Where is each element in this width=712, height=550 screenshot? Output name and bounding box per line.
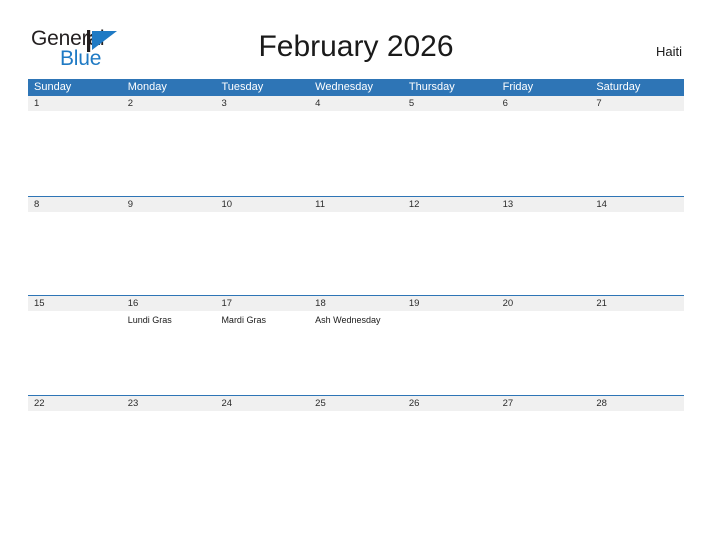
day-number[interactable]: 22 [28,396,122,411]
day-event[interactable] [215,411,309,493]
weekday-header-sunday: Sunday [34,81,72,93]
day-event[interactable] [28,411,122,493]
day-number[interactable]: 4 [309,96,403,111]
day-number[interactable]: 19 [403,296,497,311]
day-number[interactable]: 27 [497,396,591,411]
weekday-header-monday: Monday [127,81,167,93]
day-event[interactable] [28,111,122,193]
weekday-header-wednesday: Wednesday [315,81,374,93]
day-event[interactable] [309,111,403,193]
day-event[interactable] [28,212,122,294]
calendar-grid: Sunday Monday Tuesday Wednesday Thursday… [28,79,684,494]
day-number[interactable]: 7 [590,96,684,111]
day-event[interactable] [590,111,684,193]
day-number[interactable]: 15 [28,296,122,311]
day-number[interactable]: 10 [215,197,309,212]
day-event[interactable] [122,212,216,294]
week-date-strip: 1 2 3 4 5 6 7 [28,96,684,111]
week-row: 15 16 17 18 19 20 21 Lundi Gras Mardi Gr… [28,295,684,395]
day-event[interactable] [28,311,122,393]
day-number[interactable]: 12 [403,197,497,212]
day-event[interactable] [403,212,497,294]
day-event[interactable]: Lundi Gras [122,311,216,393]
week-row: 22 23 24 25 26 27 28 [28,394,684,495]
day-number[interactable]: 23 [122,396,216,411]
weekday-header-tuesday: Tuesday [221,81,264,93]
day-number[interactable]: 6 [497,96,591,111]
week-row: 8 9 10 11 12 13 14 [28,195,684,296]
day-number[interactable]: 16 [122,296,216,311]
day-number[interactable]: 24 [215,396,309,411]
day-event[interactable] [122,411,216,493]
day-event[interactable] [403,411,497,493]
day-event[interactable] [309,212,403,294]
week-date-strip: 8 9 10 11 12 13 14 [28,196,684,212]
day-number[interactable]: 25 [309,396,403,411]
day-number[interactable]: 5 [403,96,497,111]
weekday-header-thursday: Thursday [408,81,455,93]
week-event-strip: Lundi Gras Mardi Gras Ash Wednesday [28,311,684,393]
day-event[interactable]: Ash Wednesday [309,311,403,393]
week-date-strip: 22 23 24 25 26 27 28 [28,395,684,411]
day-event[interactable] [497,212,591,294]
weekday-header-row: Sunday Monday Tuesday Wednesday Thursday… [28,79,684,96]
day-event[interactable] [215,111,309,193]
day-event[interactable] [122,111,216,193]
day-number[interactable]: 3 [215,96,309,111]
day-number[interactable]: 8 [28,197,122,212]
day-event[interactable] [590,411,684,493]
day-number[interactable]: 28 [590,396,684,411]
day-number[interactable]: 2 [122,96,216,111]
region-label: Haiti [655,44,682,59]
day-event[interactable] [309,411,403,493]
calendar-page: General Blue February 2026 Haiti Sunday … [0,0,712,550]
week-event-strip [28,111,684,193]
week-event-strip [28,211,684,294]
day-number[interactable]: 18 [309,296,403,311]
day-event[interactable] [497,111,591,193]
weekday-header-saturday: Saturday [596,81,641,93]
day-event[interactable] [590,311,684,393]
weekday-header-friday: Friday [502,81,534,93]
day-number[interactable]: 13 [497,197,591,212]
day-number[interactable]: 1 [28,96,122,111]
day-number[interactable]: 21 [590,296,684,311]
day-event[interactable] [215,212,309,294]
day-event[interactable] [403,311,497,393]
week-date-strip: 15 16 17 18 19 20 21 [28,296,684,311]
week-event-strip [28,410,684,493]
day-number[interactable]: 14 [590,197,684,212]
day-event[interactable] [590,212,684,294]
day-event[interactable] [497,311,591,393]
day-event[interactable] [403,111,497,193]
day-number[interactable]: 9 [122,197,216,212]
day-event[interactable] [497,411,591,493]
page-title: February 2026 [258,30,454,63]
page-header: General Blue February 2026 Haiti [0,0,712,78]
day-number[interactable]: 20 [497,296,591,311]
week-row: 1 2 3 4 5 6 7 [28,96,684,196]
day-event[interactable]: Mardi Gras [215,311,309,393]
day-number[interactable]: 11 [309,197,403,212]
day-number[interactable]: 26 [403,396,497,411]
day-number[interactable]: 17 [215,296,309,311]
